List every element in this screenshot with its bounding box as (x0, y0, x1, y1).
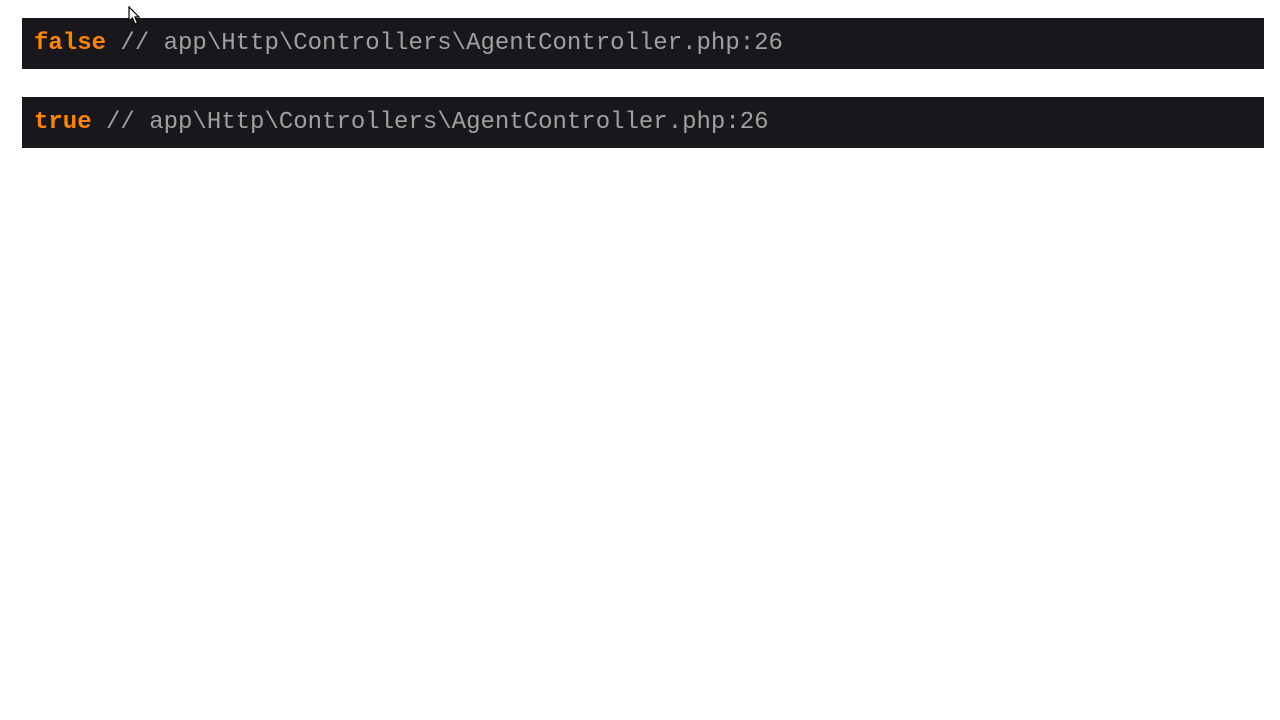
dump-comment-prefix: // (106, 30, 164, 57)
dump-value: true (34, 109, 92, 136)
dump-source-path: app\Http\Controllers\AgentController.php… (164, 30, 783, 57)
dump-comment-prefix: // (92, 109, 150, 136)
dump-output-row: true // app\Http\Controllers\AgentContro… (22, 97, 1264, 148)
dump-output-row: false // app\Http\Controllers\AgentContr… (22, 18, 1264, 69)
dump-value: false (34, 30, 106, 57)
dump-source-path: app\Http\Controllers\AgentController.php… (149, 109, 768, 136)
